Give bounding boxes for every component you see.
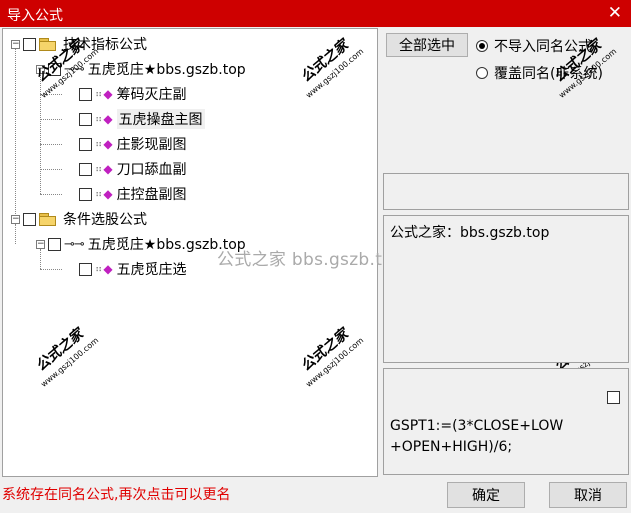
cancel-button[interactable]: 取消	[549, 482, 627, 508]
radio-dot[interactable]	[476, 40, 488, 52]
tree-item[interactable]: ⠶ ◆ 五虎觅庄选	[79, 259, 187, 279]
tree-formula[interactable]: − ⊸⊸ 五虎觅庄★bbs.gszb.top	[36, 234, 246, 254]
item-label: 五虎操盘主图	[116, 109, 205, 129]
radio-skip-duplicates[interactable]: 不导入同名公式	[476, 36, 592, 56]
connector-icon: ⠶	[95, 188, 103, 200]
watermark-text: 公式之家 bbs.gszb.top	[217, 250, 404, 270]
item-checkbox[interactable]	[79, 262, 92, 276]
radio-overwrite[interactable]: 覆盖同名(非系统)	[476, 63, 603, 83]
folder-icon	[39, 37, 57, 51]
info-panel: 公式之家：bbs.gszb.top	[383, 215, 629, 363]
connector-icon: ⠶	[95, 163, 103, 175]
code-line: +OPEN+HIGH)/6;	[390, 439, 513, 455]
item-checkbox[interactable]	[79, 137, 92, 151]
group-checkbox[interactable]	[23, 37, 36, 51]
group-label: 条件选股公式	[63, 212, 147, 228]
collapse-toggle[interactable]: −	[36, 239, 45, 249]
radio-dot[interactable]	[476, 67, 488, 79]
name-field[interactable]	[383, 173, 629, 210]
radio-label: 不导入同名公式	[494, 39, 592, 55]
collapse-toggle[interactable]: −	[11, 39, 20, 49]
tree-item[interactable]: ⠶ ◆ 庄控盘副图	[79, 184, 187, 204]
code-text: GSPT1:=(3*CLOSE+LOW +OPEN+HIGH)/6;	[390, 416, 563, 458]
code-line: GSPT1:=(3*CLOSE+LOW	[390, 418, 564, 434]
gem-icon: ◆	[103, 87, 113, 101]
item-label: 庄控盘副图	[116, 187, 187, 203]
status-message: 系统存在同名公式,再次点击可以更名	[2, 487, 231, 503]
gem-icon: ◆	[103, 137, 113, 151]
item-label: 筹码灭庄副	[116, 87, 187, 103]
ok-button[interactable]: 确定	[447, 482, 525, 508]
item-label: 五虎觅庄选	[116, 262, 187, 278]
key-icon: ⊸⊸	[64, 236, 85, 252]
gem-icon: ◆	[103, 262, 113, 276]
gem-icon: ◆	[103, 112, 113, 126]
tree-group[interactable]: − 条件选股公式	[11, 209, 147, 229]
select-all-button[interactable]: 全部选中	[386, 33, 468, 57]
code-checkbox[interactable]	[607, 391, 620, 404]
collapse-toggle[interactable]: −	[11, 214, 20, 224]
window-title: 导入公式	[7, 8, 63, 24]
item-label: 庄影现副图	[116, 137, 187, 153]
code-panel: GSPT1:=(3*CLOSE+LOW +OPEN+HIGH)/6;	[383, 368, 629, 475]
item-checkbox[interactable]	[79, 162, 92, 176]
title-bar: 导入公式 ✕	[0, 0, 631, 27]
gem-icon: ◆	[103, 162, 113, 176]
tree-item[interactable]: ⠶ ◆ 庄影现副图	[79, 134, 187, 154]
group-checkbox[interactable]	[23, 212, 36, 226]
folder-icon	[39, 212, 57, 226]
tree-guide	[40, 194, 62, 195]
info-text: 公式之家：bbs.gszb.top	[390, 225, 550, 241]
tree-guide	[40, 169, 62, 170]
tree-guide	[15, 49, 16, 216]
gem-icon: ◆	[103, 187, 113, 201]
connector-icon: ⠶	[95, 113, 103, 125]
connector-icon: ⠶	[95, 263, 103, 275]
item-label: 刀口舔血副	[116, 162, 187, 178]
connector-icon: ⠶	[95, 138, 103, 150]
close-icon[interactable]: ✕	[608, 3, 622, 23]
item-checkbox[interactable]	[79, 187, 92, 201]
item-checkbox[interactable]	[79, 112, 92, 126]
tree-item[interactable]: ⠶ ◆ 五虎操盘主图	[79, 109, 205, 129]
tree-guide	[40, 144, 62, 145]
formula-checkbox[interactable]	[48, 237, 61, 251]
radio-label: 覆盖同名(非系统)	[494, 66, 603, 82]
tree-guide	[40, 269, 62, 270]
tree-item[interactable]: ⠶ ◆ 刀口舔血副	[79, 159, 187, 179]
